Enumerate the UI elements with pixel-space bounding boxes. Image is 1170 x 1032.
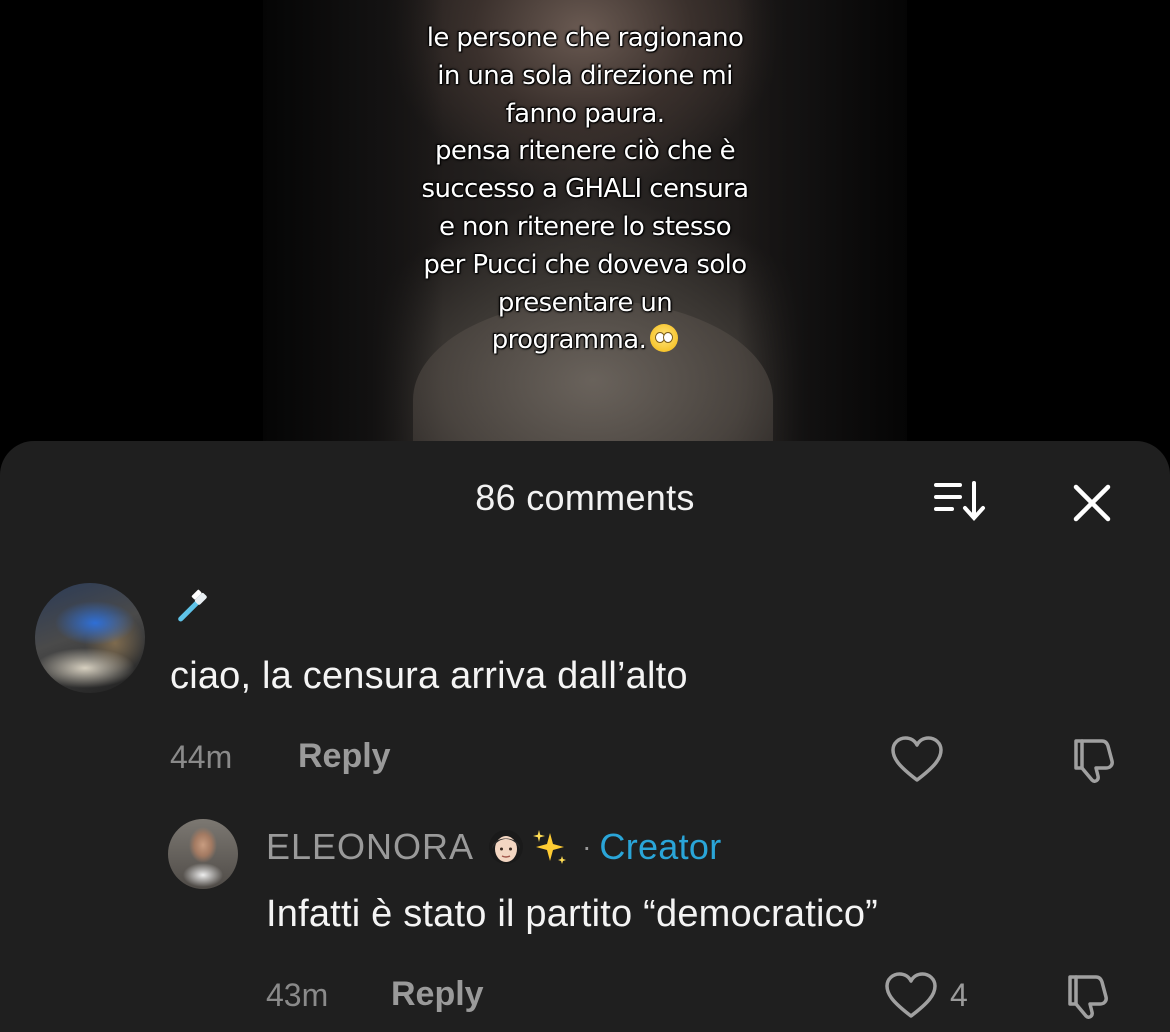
caption-line: pensa ritenere ciò che è [435,136,736,167]
caption-line: successo a GHALI censura [421,174,750,205]
dislike-icon[interactable] [1062,971,1116,1021]
caption-line: presentare un [497,287,673,318]
caption-line: fanno paura. [505,98,665,129]
reply-button[interactable]: Reply [391,975,484,1014]
comment-text: ciao, la censura arriva dall’alto [170,655,688,697]
caption-line: in una sola direzione mi [437,60,733,91]
video-player[interactable]: le persone che ragionano in una sola dir… [263,0,907,470]
creator-badge: Creator [599,826,722,867]
caption-line: le persone che ragionano [426,23,744,53]
caption-line: programma. [491,325,647,356]
comments-sheet: 86 comments ciao, la censura arriva dall… [0,441,1170,1032]
reply-button[interactable]: Reply [298,737,391,776]
comment-text: Infatti è stato il partito “democratico” [266,893,879,935]
comments-count-title: 86 comments [475,477,695,518]
rolling-eyes-emoji-icon [650,324,679,353]
comment-header: ELEONORA · Creator [266,825,722,869]
toothbrush-emoji-icon[interactable] [172,587,212,627]
caption-line: e non ritenere lo stesso [438,211,732,242]
username[interactable]: ELEONORA [266,826,474,868]
heart-icon[interactable] [884,971,938,1021]
avatar[interactable] [168,819,238,889]
screen: le persone che ragionano in una sola dir… [0,0,1170,1032]
comment-timestamp: 43m [266,977,329,1013]
sort-icon[interactable] [932,479,988,523]
like-count: 4 [950,977,968,1013]
avatar[interactable] [35,583,145,693]
video-caption-overlay: le persone che ragionano in una sola dir… [263,20,907,360]
close-icon[interactable] [1068,479,1116,527]
sparkles-emoji-icon [533,830,567,864]
woman-emoji-icon [489,830,524,864]
comment-timestamp: 44m [170,739,233,775]
separator-dot: · [582,831,592,862]
heart-icon[interactable] [890,735,944,785]
dislike-icon[interactable] [1068,735,1122,785]
caption-line: per Pucci che doveva solo [423,249,747,280]
